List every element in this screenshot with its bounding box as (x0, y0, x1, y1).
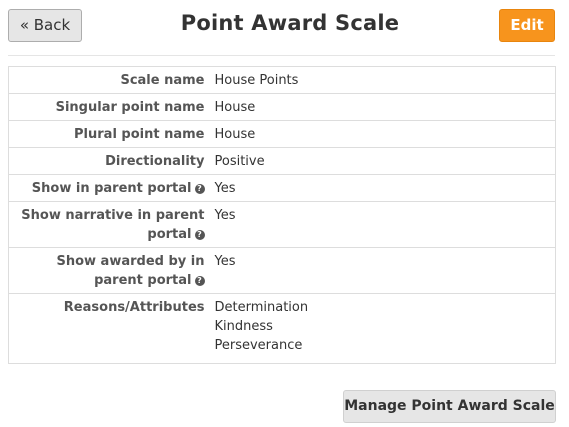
show-awarded-by-value: Yes (212, 247, 556, 294)
row-scale-name: Scale name House Points (9, 67, 556, 94)
header-divider (8, 55, 555, 56)
help-icon[interactable]: ? (194, 276, 205, 286)
singular-name-value: House (212, 93, 556, 121)
show-narrative-label-cell: Show narrative in parent portal? (8, 201, 213, 248)
show-narrative-value: Yes (212, 201, 556, 248)
row-show-narrative: Show narrative in parent portal? Yes (8, 201, 556, 248)
show-narrative-label: Show narrative in parent portal (21, 208, 205, 242)
show-parent-portal-value: Yes (212, 174, 556, 202)
plural-name-label: Plural point name (8, 120, 213, 148)
page: « Back Point Award Scale Edit Scale name… (0, 0, 569, 427)
reason-item: Perseverance (214, 338, 303, 353)
details-table: Scale name House Points Singular point n… (8, 66, 556, 364)
scale-name-value: House Points (214, 73, 299, 88)
singular-name-label: Singular point name (8, 93, 213, 121)
row-singular-name: Singular point name House (8, 93, 556, 121)
row-reasons: Reasons/Attributes Determination Kindnes… (8, 293, 556, 364)
show-awarded-by-label: Show awarded by in parent portal (56, 254, 205, 288)
help-icon[interactable]: ? (194, 184, 205, 194)
help-icon[interactable]: ? (194, 230, 205, 240)
back-button[interactable]: « Back (8, 9, 82, 42)
row-show-awarded-by: Show awarded by in parent portal? Yes (8, 247, 556, 294)
header: « Back Point Award Scale Edit (0, 0, 569, 56)
plural-name-value: House (212, 120, 556, 148)
show-parent-portal-label-cell: Show in parent portal? (8, 174, 213, 202)
edit-button[interactable]: Edit (499, 9, 555, 42)
directionality-value: Positive (212, 147, 556, 175)
reason-item: Kindness (214, 319, 273, 334)
row-directionality: Directionality Positive (8, 147, 556, 175)
page-title: Point Award Scale (180, 11, 400, 35)
reasons-label: Reasons/Attributes (8, 293, 213, 364)
manage-scale-button[interactable]: Manage Point Award Scale » (343, 390, 556, 423)
show-parent-portal-label: Show in parent portal (31, 181, 192, 196)
scale-name-label: Scale name (120, 73, 205, 88)
directionality-label: Directionality (8, 147, 213, 175)
reasons-list: Determination Kindness Perseverance (212, 293, 556, 364)
row-plural-name: Plural point name House (8, 120, 556, 148)
row-show-parent-portal: Show in parent portal? Yes (8, 174, 556, 202)
show-awarded-by-label-cell: Show awarded by in parent portal? (8, 247, 213, 294)
reason-item: Determination (214, 300, 309, 315)
